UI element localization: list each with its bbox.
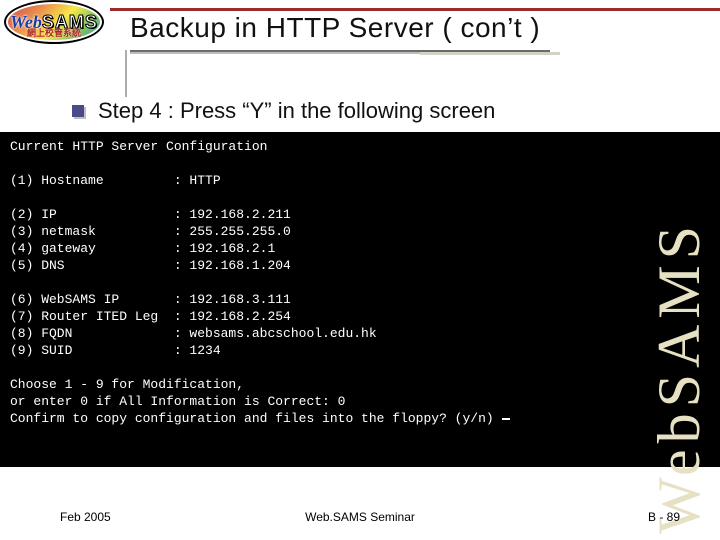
- terminal-line: (4) gateway : 192.168.2.1: [10, 241, 275, 256]
- terminal-line: (1) Hostname : HTTP: [10, 173, 221, 188]
- terminal-screenshot: Current HTTP Server Configuration (1) Ho…: [0, 132, 720, 467]
- title-area: Backup in HTTP Server ( con’t ): [130, 12, 690, 54]
- header-red-rule: [110, 8, 720, 11]
- title-underline-tail: [420, 52, 560, 55]
- vertical-divider: [125, 50, 127, 97]
- terminal-line: (3) netmask : 255.255.255.0: [10, 224, 291, 239]
- logo-subtitle: 網上校管系統: [6, 26, 102, 39]
- terminal-line: (9) SUID : 1234: [10, 343, 221, 358]
- logo-oval: Web SAMS 網上校管系統: [4, 0, 104, 44]
- terminal-line: Current HTTP Server Configuration: [10, 139, 267, 154]
- terminal-line: Choose 1 - 9 for Modification,: [10, 377, 244, 392]
- slide-title: Backup in HTTP Server ( con’t ): [130, 12, 690, 44]
- footer-page: B - 89: [648, 510, 680, 524]
- terminal-line: Confirm to copy configuration and files …: [10, 411, 494, 426]
- logo: Web SAMS 網上校管系統: [4, 0, 104, 44]
- bullet-text: Step 4 : Press “Y” in the following scre…: [98, 98, 495, 124]
- cursor-icon: [502, 418, 510, 420]
- terminal-line: (6) WebSAMS IP : 192.168.3.111: [10, 292, 291, 307]
- bullet-square-icon: [72, 105, 84, 117]
- terminal-line: or enter 0 if All Information is Correct…: [10, 394, 345, 409]
- terminal-line: (5) DNS : 192.168.1.204: [10, 258, 291, 273]
- terminal-line: (8) FQDN : websams.abcschool.edu.hk: [10, 326, 377, 341]
- footer-center: Web.SAMS Seminar: [0, 510, 720, 524]
- terminal-line: (7) Router ITED Leg : 192.168.2.254: [10, 309, 291, 324]
- bullet-row: Step 4 : Press “Y” in the following scre…: [72, 98, 495, 124]
- slide: Web SAMS 網上校管系統 Backup in HTTP Server ( …: [0, 0, 720, 540]
- terminal-line: (2) IP : 192.168.2.211: [10, 207, 291, 222]
